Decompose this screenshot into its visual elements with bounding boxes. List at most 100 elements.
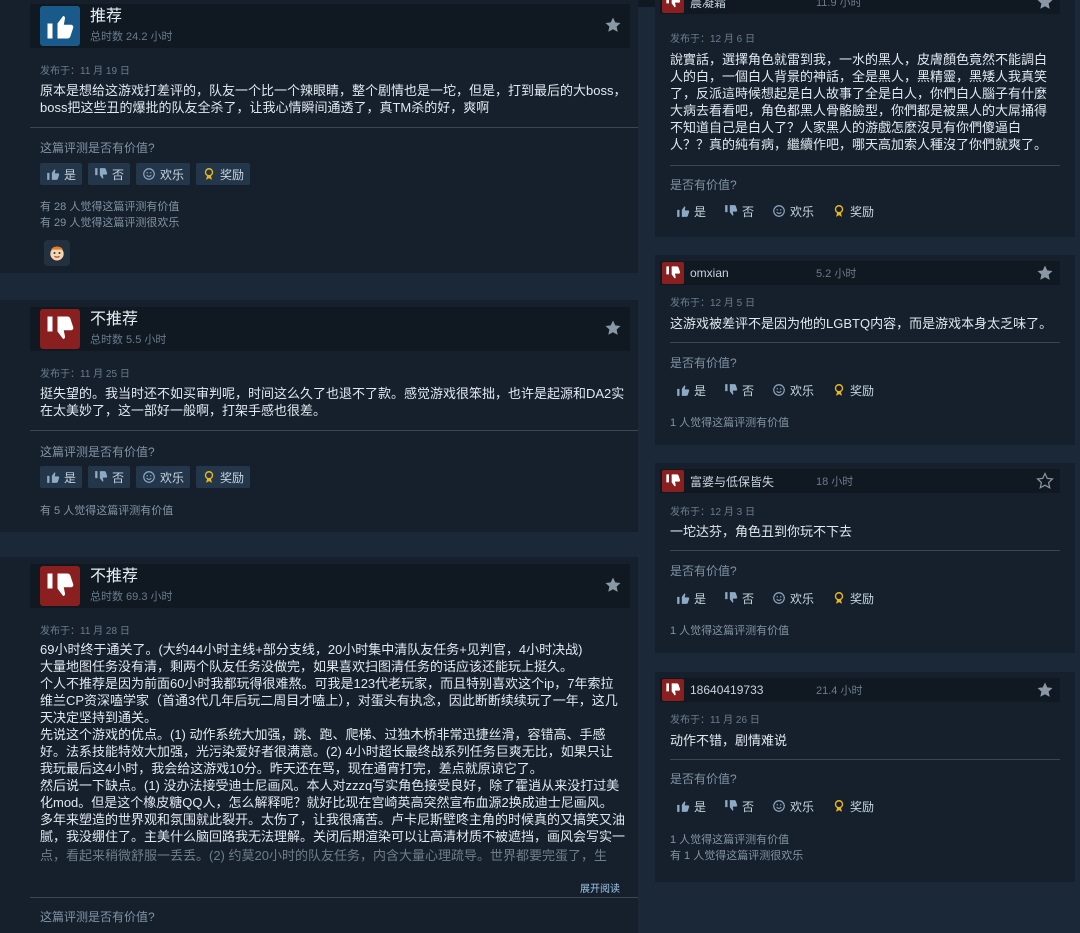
reviewer-name[interactable]: 晨凝霜 — [690, 0, 810, 11]
vote-no-button[interactable]: 否 — [88, 163, 131, 185]
review-line: 好。法系技能特效大加强，光污染爱好者很满意。(2) 4小时超长最终战系列任务巨爽… — [40, 744, 613, 759]
vote-no-button[interactable]: 否 — [718, 200, 760, 222]
reviewer-name[interactable]: 18640419733 — [690, 683, 810, 697]
review-body: 挺失望的。我当时还不如买审判呢，时间这么久了也退不了款。感觉游戏很笨拙，也许是起… — [40, 385, 630, 419]
thumbs-down-icon — [94, 470, 108, 484]
thumbs-down-icon — [724, 799, 738, 813]
smile-icon — [142, 167, 156, 181]
review-line: 维兰CP资深嗑学家（首通3代几年后玩二周目才嗑上），对蛋头有执念，因此断断续续玩… — [40, 693, 618, 708]
review-verdict: 不推荐 — [90, 311, 139, 328]
review-line: 人？？真的純有病，繼續作吧，哪天高加索人種沒了你們就爽了。 — [670, 137, 1048, 152]
thumbs-down-icon — [40, 309, 80, 349]
left-review-column: 推荐 总时数 24.2 小时 发布于：11 月 19 日 原本是想给这游戏打差评… — [0, 0, 640, 933]
helpful-count: 1 人觉得这篇评测有价值 — [670, 834, 790, 846]
read-more-link[interactable]: 展开阅读 — [580, 880, 620, 895]
vote-no-label: 否 — [112, 470, 125, 485]
award-button[interactable]: 奖励 — [196, 466, 251, 488]
vote-funny-button[interactable]: 欢乐 — [766, 379, 820, 401]
vote-funny-label: 欢乐 — [160, 470, 185, 485]
review-line: 挺失望的。我当时还不如买审判呢，时间这么久了也退不了款。感觉游戏很笨拙，也许是起… — [40, 386, 625, 401]
review-line: 原本是想给这游戏打差评的，队友一个比一个辣眼睛，整个剧情也是一坨，但是，打到最后… — [40, 83, 627, 98]
review-line: 多年来塑造的世界观和氛围就此裂开。太伤了，让我很痛苦。卢卡尼斯壁咚主角的时候真的… — [40, 812, 626, 827]
review-line: 先说这个游戏的优点。(1) 动作系统大加强，跳、跑、爬梯、过独木桥非常迅捷丝滑，… — [40, 727, 606, 742]
review-line: 这游戏被差评不是因为他的LGBTQ内容，而是游戏本身太乏味了。 — [670, 316, 1053, 331]
vote-funny-button[interactable]: 欢乐 — [136, 466, 191, 488]
vote-no-button[interactable]: 否 — [718, 795, 760, 817]
vote-yes-button[interactable]: 是 — [40, 163, 83, 185]
posted-date: 发布于：11 月 28 日 — [40, 626, 130, 637]
review-verdict: 推荐 — [90, 8, 123, 25]
award-button[interactable]: 奖励 — [826, 795, 880, 817]
vote-funny-button[interactable]: 欢乐 — [136, 163, 191, 185]
vote-yes-label: 是 — [694, 799, 707, 814]
divider — [30, 897, 638, 898]
star-icon[interactable] — [1036, 264, 1054, 282]
vote-no-button[interactable]: 否 — [88, 466, 131, 488]
medal-icon — [832, 204, 846, 218]
award-button[interactable]: 奖励 — [826, 379, 880, 401]
star-icon[interactable] — [1036, 681, 1054, 699]
vote-funny-label: 欢乐 — [790, 383, 815, 398]
award-emoji-icon[interactable] — [44, 240, 70, 266]
vote-no-label: 否 — [742, 799, 755, 814]
vote-yes-label: 是 — [64, 167, 77, 182]
review-header: 富婆与低保皆失 18 小时 — [660, 469, 1060, 493]
star-icon[interactable] — [604, 319, 622, 337]
reviewer-name[interactable]: omxian — [690, 266, 810, 280]
reviewer-name[interactable]: 富婆与低保皆失 — [690, 473, 810, 490]
vote-funny-label: 欢乐 — [790, 204, 815, 219]
vote-no-button[interactable]: 否 — [718, 587, 760, 609]
thumbs-down-icon — [662, 470, 684, 492]
star-icon[interactable] — [604, 16, 622, 34]
award-label: 奖励 — [220, 470, 245, 485]
award-button[interactable]: 奖励 — [196, 163, 251, 185]
vote-funny-button[interactable]: 欢乐 — [766, 587, 820, 609]
divider — [30, 430, 638, 431]
review-header: 推荐 总时数 24.2 小时 — [30, 4, 630, 48]
star-icon[interactable] — [1036, 0, 1054, 11]
vote-funny-button[interactable]: 欢乐 — [766, 200, 820, 222]
helpful-question: 这篇评测是否有价值? — [40, 141, 155, 155]
vote-yes-button[interactable]: 是 — [670, 587, 712, 609]
thumbs-down-icon — [662, 262, 684, 284]
review-line: 然后说一下缺点。(1) 没办法接受迪士尼画风。本人对zzzq写实角色接受良好，除… — [40, 778, 620, 793]
posted-date: 发布于：12 月 3 日 — [670, 507, 756, 518]
vote-yes-button[interactable]: 是 — [670, 200, 712, 222]
review-card: 推荐 总时数 24.2 小时 发布于：11 月 19 日 原本是想给这游戏打差评… — [0, 0, 638, 273]
thumbs-up-icon — [46, 470, 60, 484]
vote-yes-button[interactable]: 是 — [670, 795, 712, 817]
review-card: 晨凝霜 11.9 小时 发布于：12 月 6 日 說實話，選擇角色就雷到我，一水… — [655, 0, 1075, 237]
vote-no-label: 否 — [742, 383, 755, 398]
thumbs-up-icon — [676, 591, 690, 605]
helpful-question: 是否有价值? — [670, 564, 737, 578]
vote-funny-button[interactable]: 欢乐 — [766, 795, 820, 817]
vote-yes-button[interactable]: 是 — [40, 466, 83, 488]
review-line: 大病去看看吧，角色都黑人骨骼臉型，你們都是被黑人的大屌捅得 — [670, 103, 1048, 118]
thumbs-down-icon — [724, 591, 738, 605]
helpful-count: 1 人觉得这篇评测有价值 — [670, 417, 790, 429]
vote-no-button[interactable]: 否 — [718, 379, 760, 401]
award-label: 奖励 — [220, 167, 245, 182]
star-icon[interactable] — [604, 576, 622, 594]
medal-icon — [832, 591, 846, 605]
smile-icon — [772, 383, 786, 397]
thumbs-up-icon — [676, 799, 690, 813]
star-outline-icon[interactable] — [1036, 472, 1054, 490]
smile-icon — [772, 204, 786, 218]
review-card: 富婆与低保皆失 18 小时 发布于：12 月 3 日 一坨达芬，角色丑到你玩不下… — [655, 463, 1075, 653]
award-button[interactable]: 奖励 — [826, 200, 880, 222]
thumbs-up-icon — [676, 204, 690, 218]
divider — [670, 165, 1060, 166]
review-line: 69小时终于通关了。(大约44小时主线+部分支线，20小时集中清队友任务+见判官… — [40, 642, 583, 657]
review-header: 不推荐 总时数 69.3 小时 — [30, 564, 630, 608]
vote-funny-label: 欢乐 — [790, 799, 815, 814]
review-line: 一坨达芬，角色丑到你玩不下去 — [670, 524, 853, 539]
review-line: 在太美妙了，这一部好一般啊，打架手感也很差。 — [40, 403, 327, 418]
smile-icon — [772, 799, 786, 813]
review-header: 18640419733 21.4 小时 — [660, 678, 1060, 702]
vote-yes-button[interactable]: 是 — [670, 379, 712, 401]
review-body: 这游戏被差评不是因为他的LGBTQ内容，而是游戏本身太乏味了。 — [670, 315, 1060, 332]
award-button[interactable]: 奖励 — [826, 587, 880, 609]
thumbs-up-icon — [676, 383, 690, 397]
review-line: 天决定坚持到通关。 — [40, 710, 158, 725]
